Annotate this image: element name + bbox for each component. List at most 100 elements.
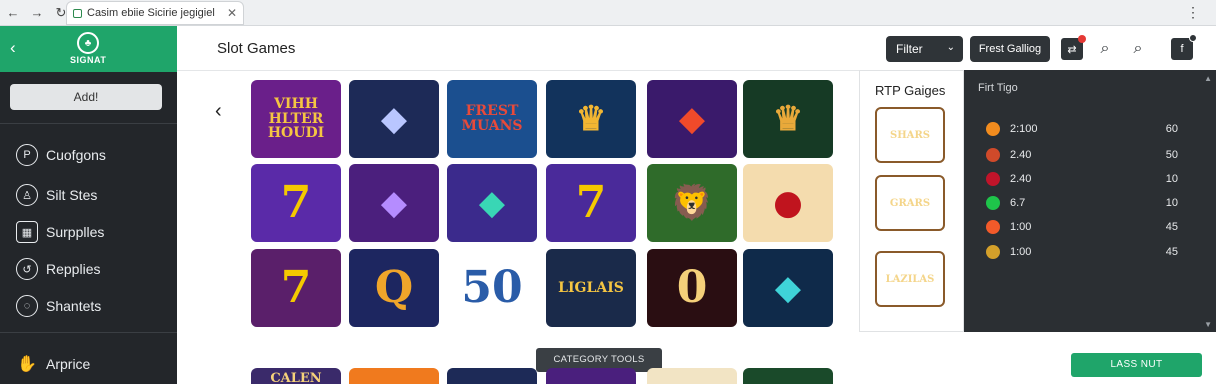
game-tile-art: ◆ — [380, 183, 408, 223]
game-tile[interactable]: 7 — [546, 164, 636, 242]
person-icon: ♙ — [16, 184, 38, 206]
page-title: Slot Games — [217, 40, 296, 57]
odds-value: 2.40 — [1010, 149, 1032, 161]
count-value: 10 — [1165, 197, 1178, 209]
game-tile[interactable] — [349, 368, 439, 384]
gallery-button[interactable]: Frest Galliog — [970, 36, 1050, 62]
hand-icon: ✋ — [17, 356, 37, 373]
sidebar-header: ‹ ♣ SIGNAT — [0, 26, 177, 72]
rtp-gauge-card[interactable]: SHARS — [875, 107, 945, 163]
search-icon[interactable]: ⌕ — [1127, 38, 1149, 60]
game-tile[interactable]: ● — [743, 164, 833, 242]
list-item[interactable]: 2.40 10 — [986, 171, 1186, 187]
scroll-up-icon[interactable]: ▲ — [1204, 74, 1212, 83]
sidebar-item-arprice[interactable]: ✋ Arprice — [16, 353, 90, 375]
list-item[interactable]: 1:00 45 — [986, 219, 1186, 235]
game-tile-art: ♛ — [772, 99, 804, 139]
game-tile-art: ◆ — [678, 99, 706, 139]
game-tile[interactable]: 50 — [447, 249, 537, 327]
rtp-gauge-card[interactable]: GRARS — [875, 175, 945, 231]
game-tile[interactable] — [546, 368, 636, 384]
odds-value: 1:00 — [1010, 221, 1032, 233]
game-chip-icon — [986, 196, 1000, 210]
game-tile-art: ● — [773, 183, 803, 223]
rtp-title: RTP Gaiges — [875, 83, 946, 98]
forward-arrow-icon[interactable]: → — [26, 2, 48, 24]
game-tile[interactable]: ◆ — [349, 164, 439, 242]
lock-icon — [73, 8, 82, 18]
filter-dropdown[interactable]: Filter ⌄ — [886, 36, 963, 62]
game-tile[interactable]: ♛ — [546, 80, 636, 158]
kebab-menu-icon[interactable]: ⋮ — [1186, 4, 1200, 21]
close-icon[interactable]: ✕ — [227, 6, 237, 20]
filter-label: Filter — [896, 42, 923, 56]
sidebar-item-label: Shantets — [46, 298, 102, 314]
game-tile-art: ◆ — [478, 183, 506, 223]
logo-text: SIGNAT — [70, 55, 107, 65]
tab-title: Casim ebiie Sicirie jegigiel — [87, 7, 215, 19]
game-tile-art: VIHH HLTER HOUDI — [267, 95, 325, 142]
game-tile[interactable]: VIHH HLTER HOUDI — [251, 80, 341, 158]
list-item[interactable]: 6.7 10 — [986, 195, 1186, 211]
sidebar-item-surpplles[interactable]: ▦ Surpplles — [16, 221, 104, 243]
odds-panel: Firt Tigo 2:100 60 2.40 50 2.40 10 6.7 10 1:00 45… — [964, 70, 1216, 332]
game-tile[interactable]: ◆ — [447, 164, 537, 242]
game-tile[interactable]: FREST MUANS — [447, 80, 537, 158]
game-tile[interactable]: ◆ — [743, 249, 833, 327]
scroll-down-icon[interactable]: ▼ — [1204, 320, 1212, 329]
game-tile-art: ◆ — [774, 268, 802, 308]
sidebar-item-label: Surpplles — [46, 224, 105, 240]
game-tile[interactable]: CALEN — [251, 368, 341, 384]
sidebar: ‹ ♣ SIGNAT Add! P Cuofgons ♙ Silt Stes ▦… — [0, 26, 177, 384]
account-icon[interactable]: f — [1171, 34, 1197, 60]
count-value: 45 — [1165, 221, 1178, 233]
logo-mark-icon: ♣ — [77, 32, 99, 54]
logo: ♣ SIGNAT — [70, 32, 106, 65]
rtp-gauge-card[interactable]: LAZILAS — [875, 251, 945, 307]
count-value: 10 — [1165, 173, 1178, 185]
list-item[interactable]: 1:00 45 — [986, 244, 1186, 260]
game-tile[interactable]: 7 — [251, 164, 341, 242]
add-button[interactable]: Add! — [10, 84, 162, 110]
game-tile[interactable]: 7 — [251, 249, 341, 327]
list-item[interactable]: 2.40 50 — [986, 147, 1186, 163]
sidebar-item-label: Arprice — [46, 356, 91, 372]
sidebar-item-silt-stes[interactable]: ♙ Silt Stes — [16, 184, 97, 206]
odds-value: 2:100 — [1010, 123, 1038, 135]
game-tile[interactable]: ◆ — [349, 80, 439, 158]
game-tile-art: 50 — [461, 262, 523, 313]
game-tile-art: LIGLAIS — [558, 279, 624, 296]
game-tile[interactable]: 0 — [647, 249, 737, 327]
chevron-left-icon[interactable]: ‹ — [10, 38, 16, 58]
odds-value: 6.7 — [1010, 197, 1026, 209]
search-icon[interactable]: ⌕ — [1094, 38, 1116, 60]
game-tile-art: 🦁 — [670, 183, 714, 223]
list-item[interactable]: 2:100 60 — [986, 121, 1186, 137]
game-tile[interactable]: 🦁 — [647, 164, 737, 242]
back-arrow-icon[interactable]: ← — [2, 2, 24, 24]
game-tile-art: ◆ — [380, 99, 408, 139]
game-tile[interactable] — [647, 368, 737, 384]
game-tile[interactable]: ◆ — [647, 80, 737, 158]
count-value: 60 — [1165, 123, 1178, 135]
browser-tab[interactable]: Casim ebiie Sicirie jegigiel ✕ — [66, 1, 244, 25]
sidebar-item-repplies[interactable]: ↺ Repplies — [16, 258, 100, 280]
game-tile-art: Q — [374, 262, 414, 313]
p-circle-icon: P — [16, 144, 38, 166]
gauge-label: SHARS — [890, 129, 930, 141]
game-tile[interactable]: LIGLAIS — [546, 249, 636, 327]
odds-value: 2.40 — [1010, 173, 1032, 185]
game-tile[interactable] — [743, 368, 833, 384]
notification-badge — [1078, 35, 1086, 43]
game-tile[interactable] — [447, 368, 537, 384]
sidebar-item-label: Silt Stes — [46, 187, 98, 203]
game-chip-icon — [986, 245, 1000, 259]
game-tile[interactable]: Q — [349, 249, 439, 327]
sidebar-item-shantets[interactable]: ◌ Shantets — [16, 295, 101, 317]
chat-icon: ◌ — [16, 295, 38, 317]
game-tile[interactable]: ♛ — [743, 80, 833, 158]
notification-icon[interactable]: ⇄ — [1061, 35, 1086, 60]
primary-action-button[interactable]: LASS NUT — [1071, 353, 1202, 377]
previous-arrow-icon[interactable]: ‹ — [215, 100, 222, 123]
sidebar-item-cuofgons[interactable]: P Cuofgons — [16, 144, 106, 166]
